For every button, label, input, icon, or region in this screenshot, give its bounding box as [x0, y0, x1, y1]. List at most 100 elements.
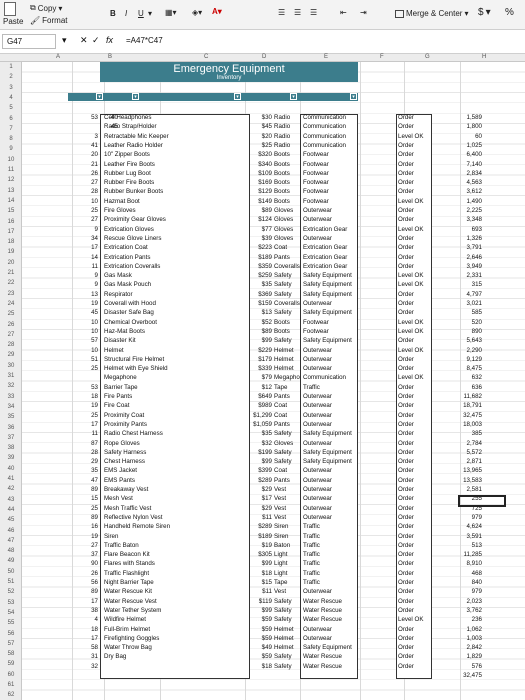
row-header[interactable]: 1: [0, 64, 22, 70]
row-header[interactable]: 40: [0, 466, 22, 472]
row-header[interactable]: 30: [0, 363, 22, 369]
row-header[interactable]: 13: [0, 188, 22, 194]
row-header[interactable]: 22: [0, 280, 22, 286]
row-header[interactable]: 5: [0, 105, 22, 111]
row-header[interactable]: 62: [0, 692, 22, 698]
row-header[interactable]: 10: [0, 157, 22, 163]
row-header[interactable]: 41: [0, 476, 22, 482]
row-header[interactable]: 7: [0, 126, 22, 132]
row-header[interactable]: 53: [0, 600, 22, 606]
row-header[interactable]: 46: [0, 528, 22, 534]
column-header-f[interactable]: F: [380, 54, 384, 60]
row-header[interactable]: 20: [0, 260, 22, 266]
paste-button[interactable]: [4, 2, 16, 16]
cell-f[interactable]: [303, 671, 359, 681]
row-header[interactable]: 50: [0, 569, 22, 575]
row-header[interactable]: 18: [0, 239, 22, 245]
column-header-e[interactable]: E: [324, 54, 328, 60]
row-header[interactable]: 8: [0, 136, 22, 142]
row-header[interactable]: 43: [0, 497, 22, 503]
row-header[interactable]: 33: [0, 394, 22, 400]
name-box-dropdown-icon[interactable]: ▾: [62, 35, 67, 46]
currency-button[interactable]: $ ▾: [478, 7, 491, 18]
percent-button[interactable]: %: [505, 7, 514, 18]
filter-dropdown-icon[interactable]: ▾: [132, 93, 139, 100]
row-header[interactable]: 12: [0, 177, 22, 183]
copy-button[interactable]: ⧉ Copy ▾: [30, 3, 62, 13]
row-header[interactable]: 17: [0, 229, 22, 235]
align-center-icon[interactable]: ☰: [294, 8, 301, 17]
row-header[interactable]: 31: [0, 373, 22, 379]
filter-dropdown-icon[interactable]: ▾: [96, 93, 103, 100]
row-header[interactable]: 32: [0, 383, 22, 389]
row-header[interactable]: 60: [0, 672, 22, 678]
cell-g[interactable]: [398, 671, 432, 681]
column-header-c[interactable]: C: [204, 54, 208, 60]
row-header[interactable]: 47: [0, 538, 22, 544]
cell-a[interactable]: [74, 671, 98, 681]
row-header[interactable]: 27: [0, 332, 22, 338]
cell-d[interactable]: [246, 671, 272, 681]
increase-indent-icon[interactable]: ⇥: [360, 8, 367, 17]
cancel-icon[interactable]: ✕: [80, 35, 88, 46]
underline-button[interactable]: U: [138, 9, 144, 18]
column-header-a[interactable]: A: [56, 54, 60, 60]
decrease-indent-icon[interactable]: ⇤: [340, 8, 347, 17]
filter-dropdown-icon[interactable]: ▾: [290, 93, 297, 100]
align-left-icon[interactable]: ☰: [278, 8, 285, 17]
row-header[interactable]: 57: [0, 641, 22, 647]
row-header[interactable]: 14: [0, 198, 22, 204]
row-header[interactable]: 35: [0, 414, 22, 420]
font-color-icon[interactable]: A▾: [212, 7, 222, 16]
filter-dropdown-icon[interactable]: ▾: [350, 93, 357, 100]
row-header[interactable]: 3: [0, 85, 22, 91]
cell-h[interactable]: 32,475: [436, 671, 482, 681]
row-header[interactable]: 26: [0, 322, 22, 328]
selected-cell[interactable]: [458, 495, 506, 507]
column-header-b[interactable]: B: [108, 54, 112, 60]
underline-dropdown-icon[interactable]: ▾: [148, 9, 152, 18]
row-header[interactable]: 56: [0, 631, 22, 637]
formula-input[interactable]: =A47*C47: [122, 34, 520, 49]
row-header[interactable]: 29: [0, 352, 22, 358]
row-header[interactable]: 59: [0, 661, 22, 667]
row-header[interactable]: 52: [0, 589, 22, 595]
enter-icon[interactable]: ✓: [92, 35, 100, 46]
align-right-icon[interactable]: ☰: [310, 8, 317, 17]
italic-button[interactable]: I: [125, 9, 127, 18]
row-header[interactable]: 4: [0, 95, 22, 101]
row-header[interactable]: 21: [0, 270, 22, 276]
row-header[interactable]: 54: [0, 610, 22, 616]
row-header[interactable]: 44: [0, 507, 22, 513]
row-header[interactable]: 58: [0, 651, 22, 657]
row-header[interactable]: 28: [0, 342, 22, 348]
filter-dropdown-icon[interactable]: ▾: [234, 93, 241, 100]
cell-e[interactable]: [274, 671, 300, 681]
row-header[interactable]: 9: [0, 146, 22, 152]
column-header-d[interactable]: D: [262, 54, 266, 60]
row-header[interactable]: 23: [0, 291, 22, 297]
row-header[interactable]: 51: [0, 579, 22, 585]
row-header[interactable]: 2: [0, 74, 22, 80]
row-header[interactable]: 19: [0, 249, 22, 255]
function-icon[interactable]: fx: [106, 35, 113, 45]
column-header-g[interactable]: G: [425, 54, 430, 60]
name-box[interactable]: G47: [2, 34, 56, 49]
row-header[interactable]: 16: [0, 219, 22, 225]
row-header[interactable]: 36: [0, 425, 22, 431]
row-header[interactable]: 34: [0, 404, 22, 410]
row-header[interactable]: 25: [0, 311, 22, 317]
cell-c[interactable]: [104, 671, 244, 681]
row-header[interactable]: 48: [0, 548, 22, 554]
column-header-h[interactable]: H: [482, 54, 486, 60]
row-header[interactable]: 11: [0, 167, 22, 173]
row-header[interactable]: 55: [0, 620, 22, 626]
merge-center-button[interactable]: Merge & Center ▾: [395, 9, 468, 18]
row-header[interactable]: 45: [0, 517, 22, 523]
borders-icon[interactable]: ▦▾: [165, 8, 177, 17]
fill-color-icon[interactable]: ◈▾: [192, 8, 202, 17]
row-header[interactable]: 6: [0, 116, 22, 122]
row-header[interactable]: 24: [0, 301, 22, 307]
format-painter-button[interactable]: 🖌 Format: [30, 16, 68, 25]
bold-button[interactable]: B: [110, 9, 116, 18]
